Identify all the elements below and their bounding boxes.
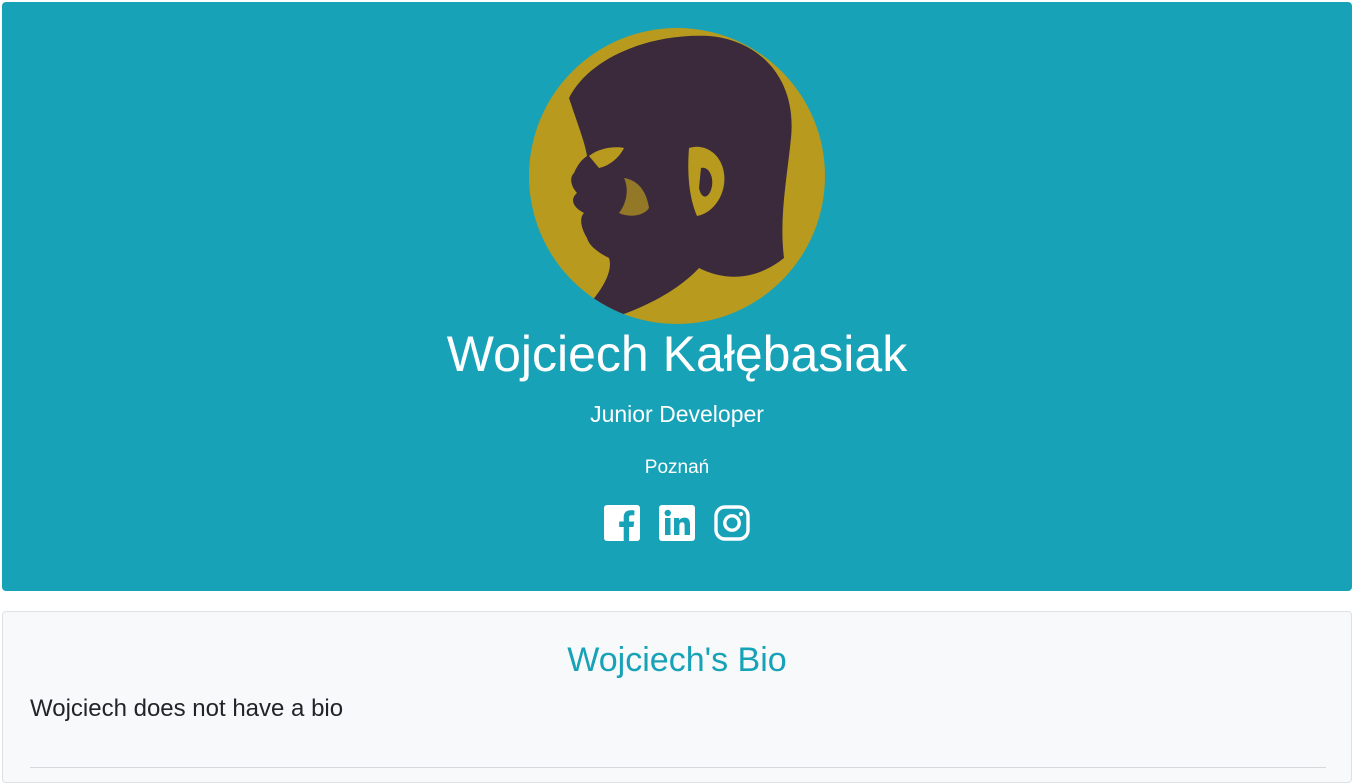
facebook-icon xyxy=(604,505,640,541)
location-text: Poznań xyxy=(644,457,710,478)
linkedin-icon xyxy=(659,505,695,541)
bio-card: Wojciech's Bio Wojciech does not have a … xyxy=(2,611,1352,783)
divider xyxy=(30,767,1326,768)
profile-name: Wojciech Kałębasiak xyxy=(446,326,908,382)
social-links xyxy=(2,504,1352,542)
bio-text: Wojciech does not have a bio xyxy=(30,695,344,722)
instagram-icon xyxy=(714,505,750,541)
profile-header: Wojciech Kałębasiak Junior Developer Poz… xyxy=(2,2,1352,591)
facebook-link[interactable] xyxy=(603,504,641,542)
job-title: Junior Developer xyxy=(590,401,764,427)
bio-heading: Wojciech's Bio xyxy=(567,641,787,679)
linkedin-link[interactable] xyxy=(658,504,696,542)
avatar xyxy=(529,28,825,324)
avatar-image xyxy=(529,28,825,324)
instagram-link[interactable] xyxy=(713,504,751,542)
